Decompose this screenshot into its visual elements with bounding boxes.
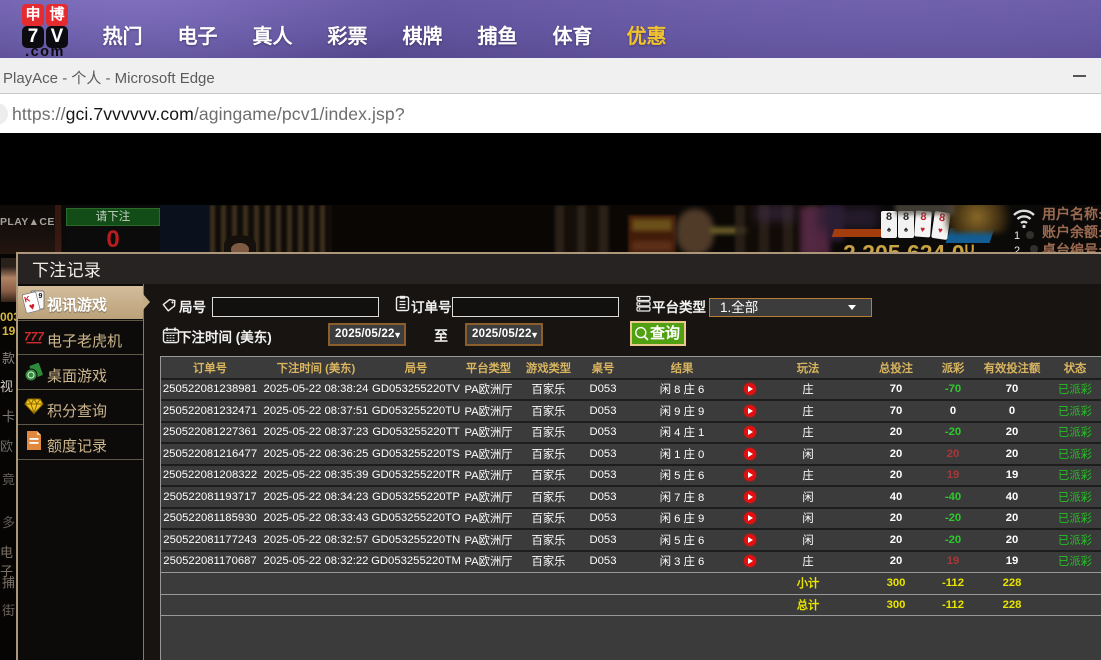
svg-text:9: 9 [39,293,43,300]
svg-text:777: 777 [24,330,44,344]
